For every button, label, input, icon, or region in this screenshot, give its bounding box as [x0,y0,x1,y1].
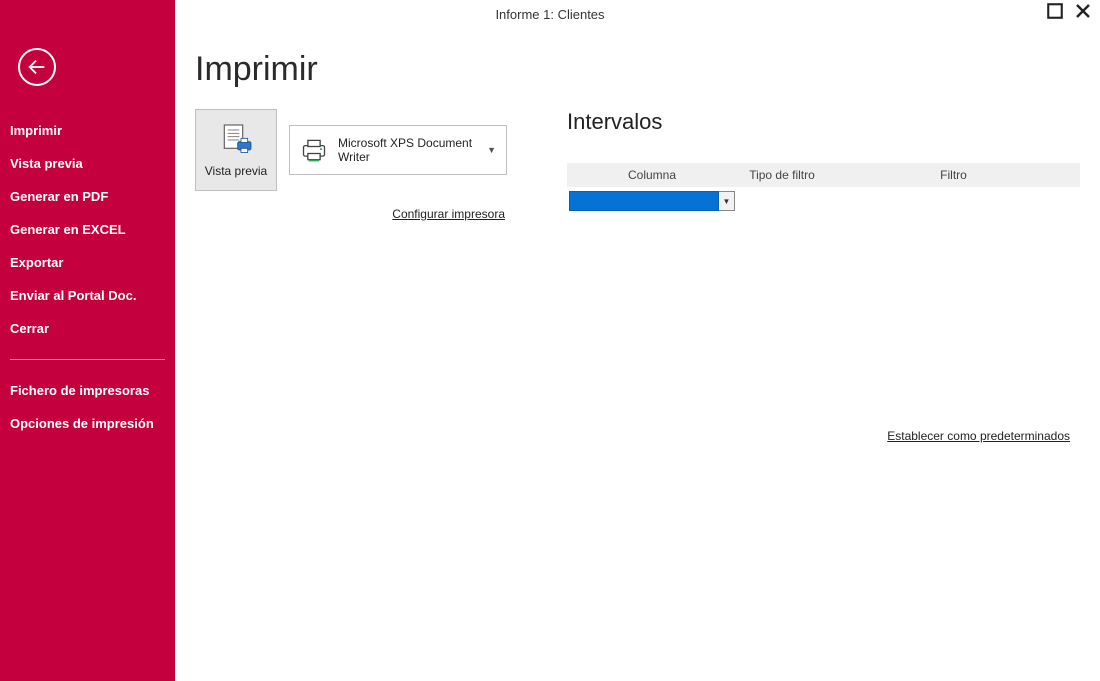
printer-select[interactable]: Microsoft XPS Document Writer ▼ [289,125,507,175]
sidebar: Imprimir Vista previa Generar en PDF Gen… [0,0,175,681]
print-controls: Vista previa Microsoft XPS Document Writ… [195,109,507,221]
arrow-left-icon [26,56,48,78]
page-title: Imprimir [195,50,1080,89]
sidebar-item-generar-excel[interactable]: Generar en EXCEL [0,213,175,246]
col-header-columna: Columna [567,163,737,187]
table-row: ▼ [567,187,1080,215]
sidebar-item-cerrar[interactable]: Cerrar [0,312,175,345]
main-panel: Imprimir Vista previa [175,28,1100,681]
sidebar-item-fichero-impresoras[interactable]: Fichero de impresoras [0,374,175,407]
intervals-table: Columna Tipo de filtro Filtro ▼ [567,163,1080,215]
preview-button[interactable]: Vista previa [195,109,277,191]
sidebar-item-vista-previa[interactable]: Vista previa [0,147,175,180]
intervals-panel: Intervalos Columna Tipo de filtro Filtro [567,109,1080,215]
sidebar-item-generar-pdf[interactable]: Generar en PDF [0,180,175,213]
chevron-down-icon[interactable]: ▼ [719,191,735,211]
close-button[interactable] [1074,2,1092,20]
sidebar-item-opciones-impresion[interactable]: Opciones de impresión [0,407,175,440]
filtro-cell[interactable] [827,187,1080,215]
chevron-down-icon: ▼ [487,145,496,155]
printer-name: Microsoft XPS Document Writer [338,136,477,164]
sidebar-item-exportar[interactable]: Exportar [0,246,175,279]
col-header-tipo: Tipo de filtro [737,163,827,187]
columna-value [569,191,719,211]
document-printer-icon [216,122,256,158]
intervals-heading: Intervalos [567,109,1080,135]
preview-button-label: Vista previa [205,164,267,178]
printer-icon [300,137,328,163]
set-default-link[interactable]: Establecer como predeterminados [887,429,1070,443]
col-header-filtro: Filtro [827,163,1080,187]
sidebar-item-enviar-portal[interactable]: Enviar al Portal Doc. [0,279,175,312]
sidebar-item-imprimir[interactable]: Imprimir [0,114,175,147]
maximize-button[interactable] [1046,2,1064,20]
back-button[interactable] [18,48,56,86]
window-title: Informe 1: Clientes [495,7,604,22]
tipo-cell[interactable] [737,187,827,215]
configure-printer-link[interactable]: Configurar impresora [392,207,505,221]
sidebar-divider [10,359,165,360]
columna-dropdown[interactable]: ▼ [569,191,735,211]
